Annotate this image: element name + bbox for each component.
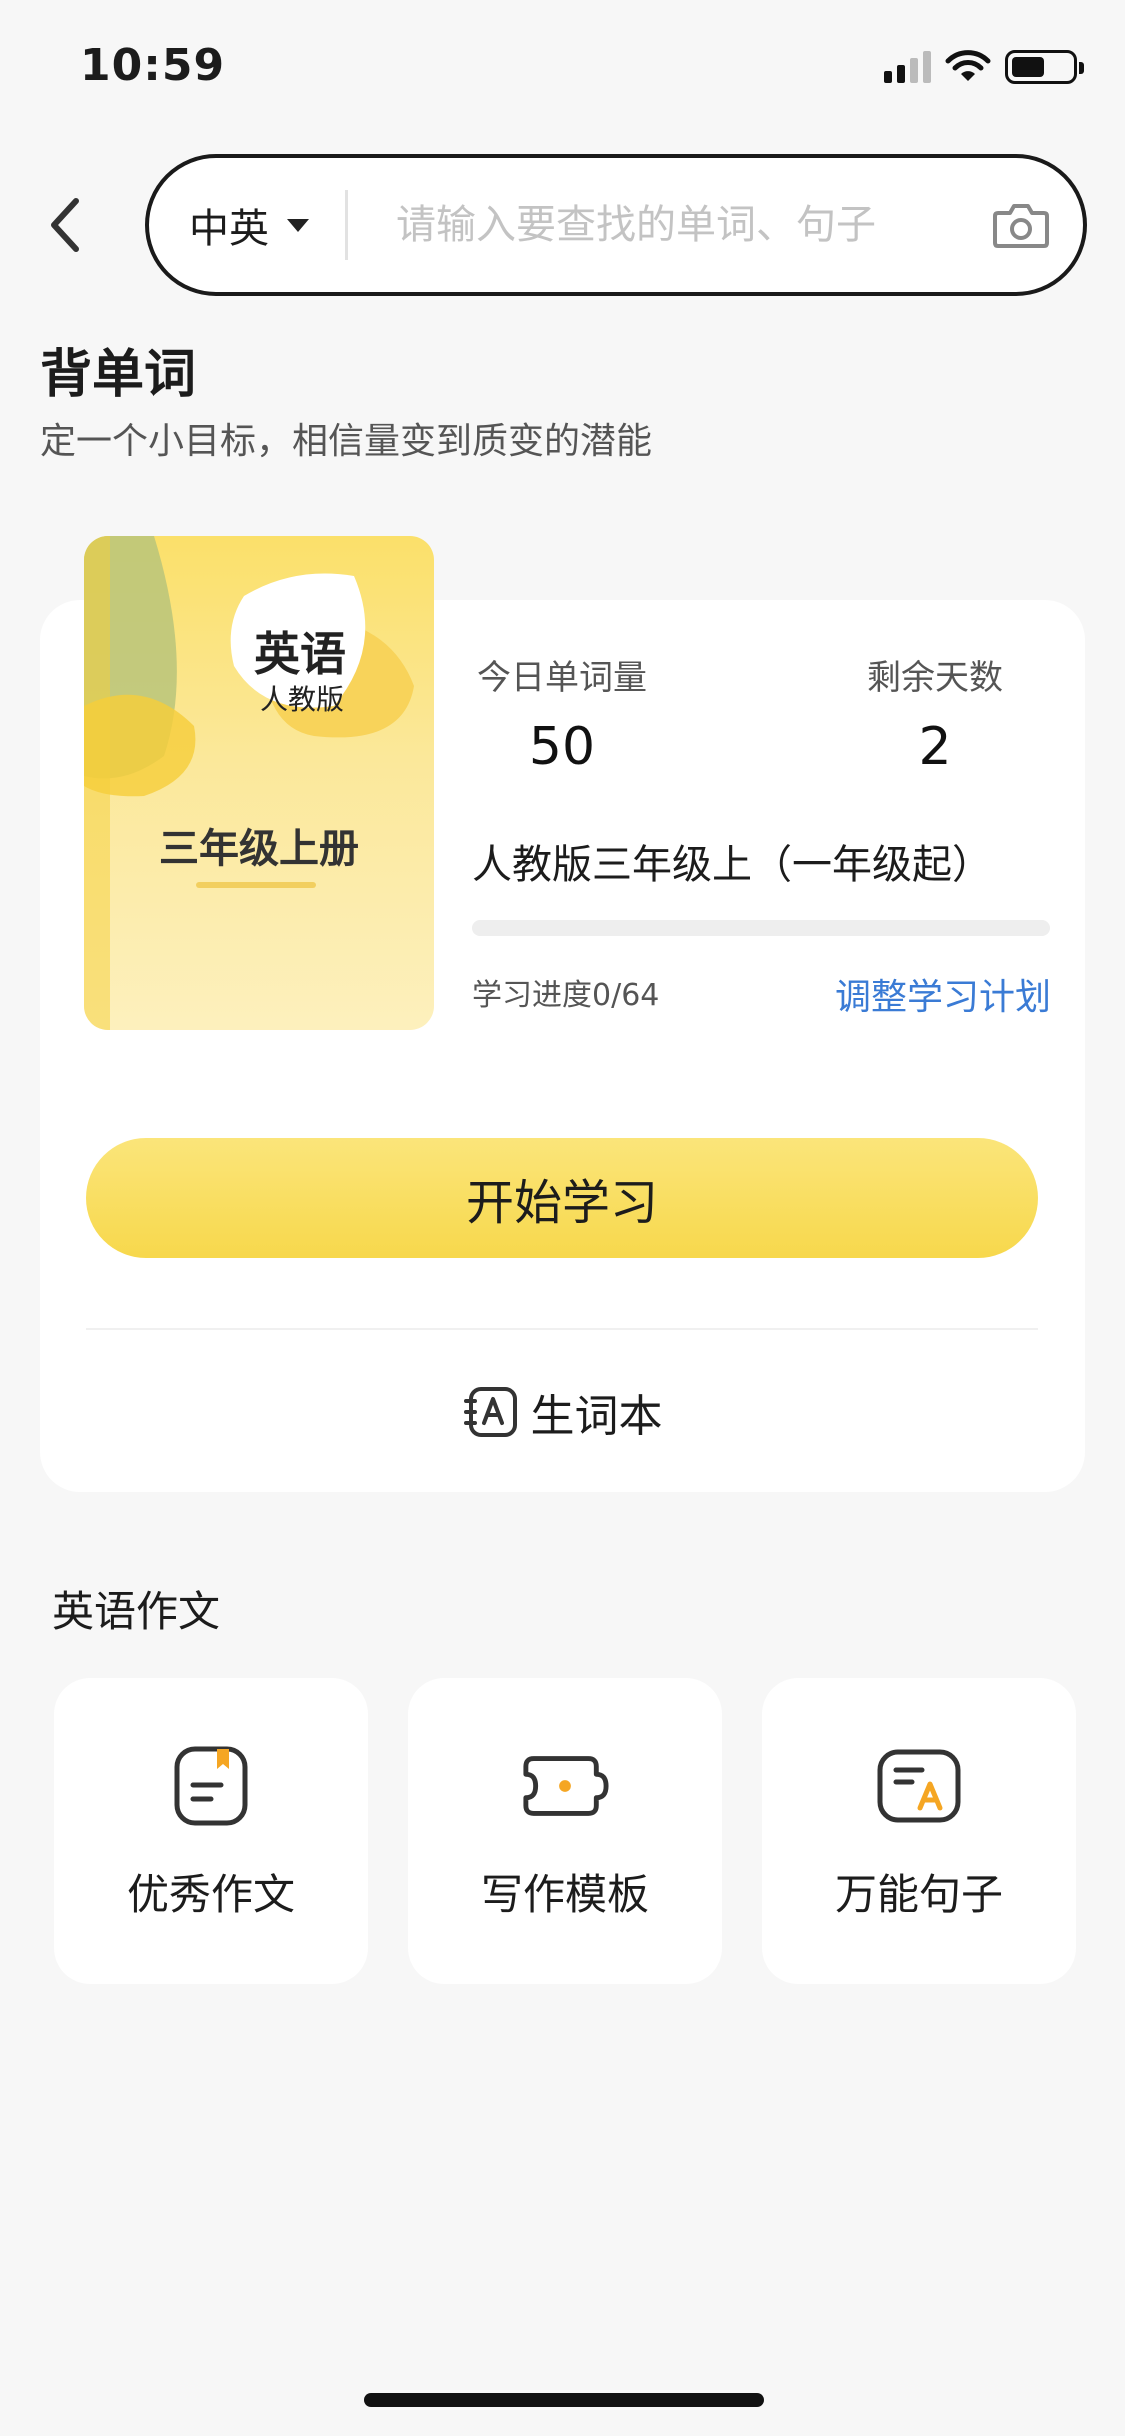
remaining-days-label: 剩余天数 [867, 658, 1003, 698]
adjust-plan-link[interactable]: 调整学习计划 [835, 968, 1051, 1020]
caret-down-icon [287, 218, 309, 232]
book-cover-art [84, 536, 414, 1030]
tile-label-writing-template: 写作模板 [480, 1869, 649, 1919]
daily-words-label: 今日单词量 [477, 658, 647, 698]
tile-label-excellent-essay: 优秀作文 [126, 1869, 295, 1919]
vocab-book-label: 生词本 [530, 1391, 663, 1442]
page-title: 背单词 [40, 345, 197, 405]
start-learning-button[interactable]: 开始学习 [86, 1138, 1038, 1258]
language-select-label: 中英 [189, 206, 269, 252]
chevron-left-icon [51, 198, 79, 252]
progress-bar [472, 920, 1050, 936]
book-cover[interactable]: 英语 人教版 三年级上册 [84, 536, 434, 1030]
language-select[interactable]: 中英 [189, 190, 348, 260]
sentence-a-icon [874, 1741, 964, 1831]
document-bookmark-icon [166, 1741, 256, 1831]
search-input[interactable] [396, 202, 991, 248]
writing-template-tile[interactable]: 写作模板 [408, 1678, 722, 1984]
essay-section-title: 英语作文 [52, 1587, 221, 1636]
universal-sentence-tile[interactable]: 万能句子 [762, 1678, 1076, 1984]
book-name: 人教版三年级上（一年级起） [472, 842, 992, 888]
daily-words-stat: 今日单词量 50 [472, 650, 652, 777]
wifi-icon [945, 50, 991, 81]
search-bar: 中英 [145, 154, 1087, 296]
camera-icon[interactable] [991, 195, 1051, 255]
book-cover-edition: 人教版 [260, 683, 345, 716]
progress-text: 学习进度0/64 [472, 978, 660, 1013]
home-indicator [364, 2393, 764, 2407]
vocab-book-button[interactable]: 生词本 [0, 1372, 1125, 1452]
remaining-days-stat: 剩余天数 2 [860, 650, 1010, 777]
remaining-days-value: 2 [918, 717, 952, 777]
tile-label-universal-sentence: 万能句子 [834, 1869, 1003, 1919]
screen: 10:59 中英 背单词 定一个小目标，相信量变到质变的潜能 [0, 0, 1125, 2436]
book-cover-subject: 英语 [254, 627, 346, 681]
status-time: 10:59 [80, 40, 226, 91]
template-puzzle-icon [520, 1741, 610, 1831]
essay-tiles: 优秀作文 写作模板 万能句子 [54, 1678, 1076, 1984]
divider [86, 1328, 1038, 1330]
book-cover-grade: 三年级上册 [159, 826, 359, 872]
excellent-essay-tile[interactable]: 优秀作文 [54, 1678, 368, 1984]
status-icons [884, 50, 1084, 84]
daily-words-value: 50 [528, 717, 596, 777]
back-button[interactable] [40, 190, 90, 260]
signal-icon [884, 51, 931, 83]
vocab-book-icon [463, 1387, 517, 1437]
page-subtitle: 定一个小目标，相信量变到质变的潜能 [40, 421, 653, 462]
battery-icon [1005, 50, 1084, 84]
